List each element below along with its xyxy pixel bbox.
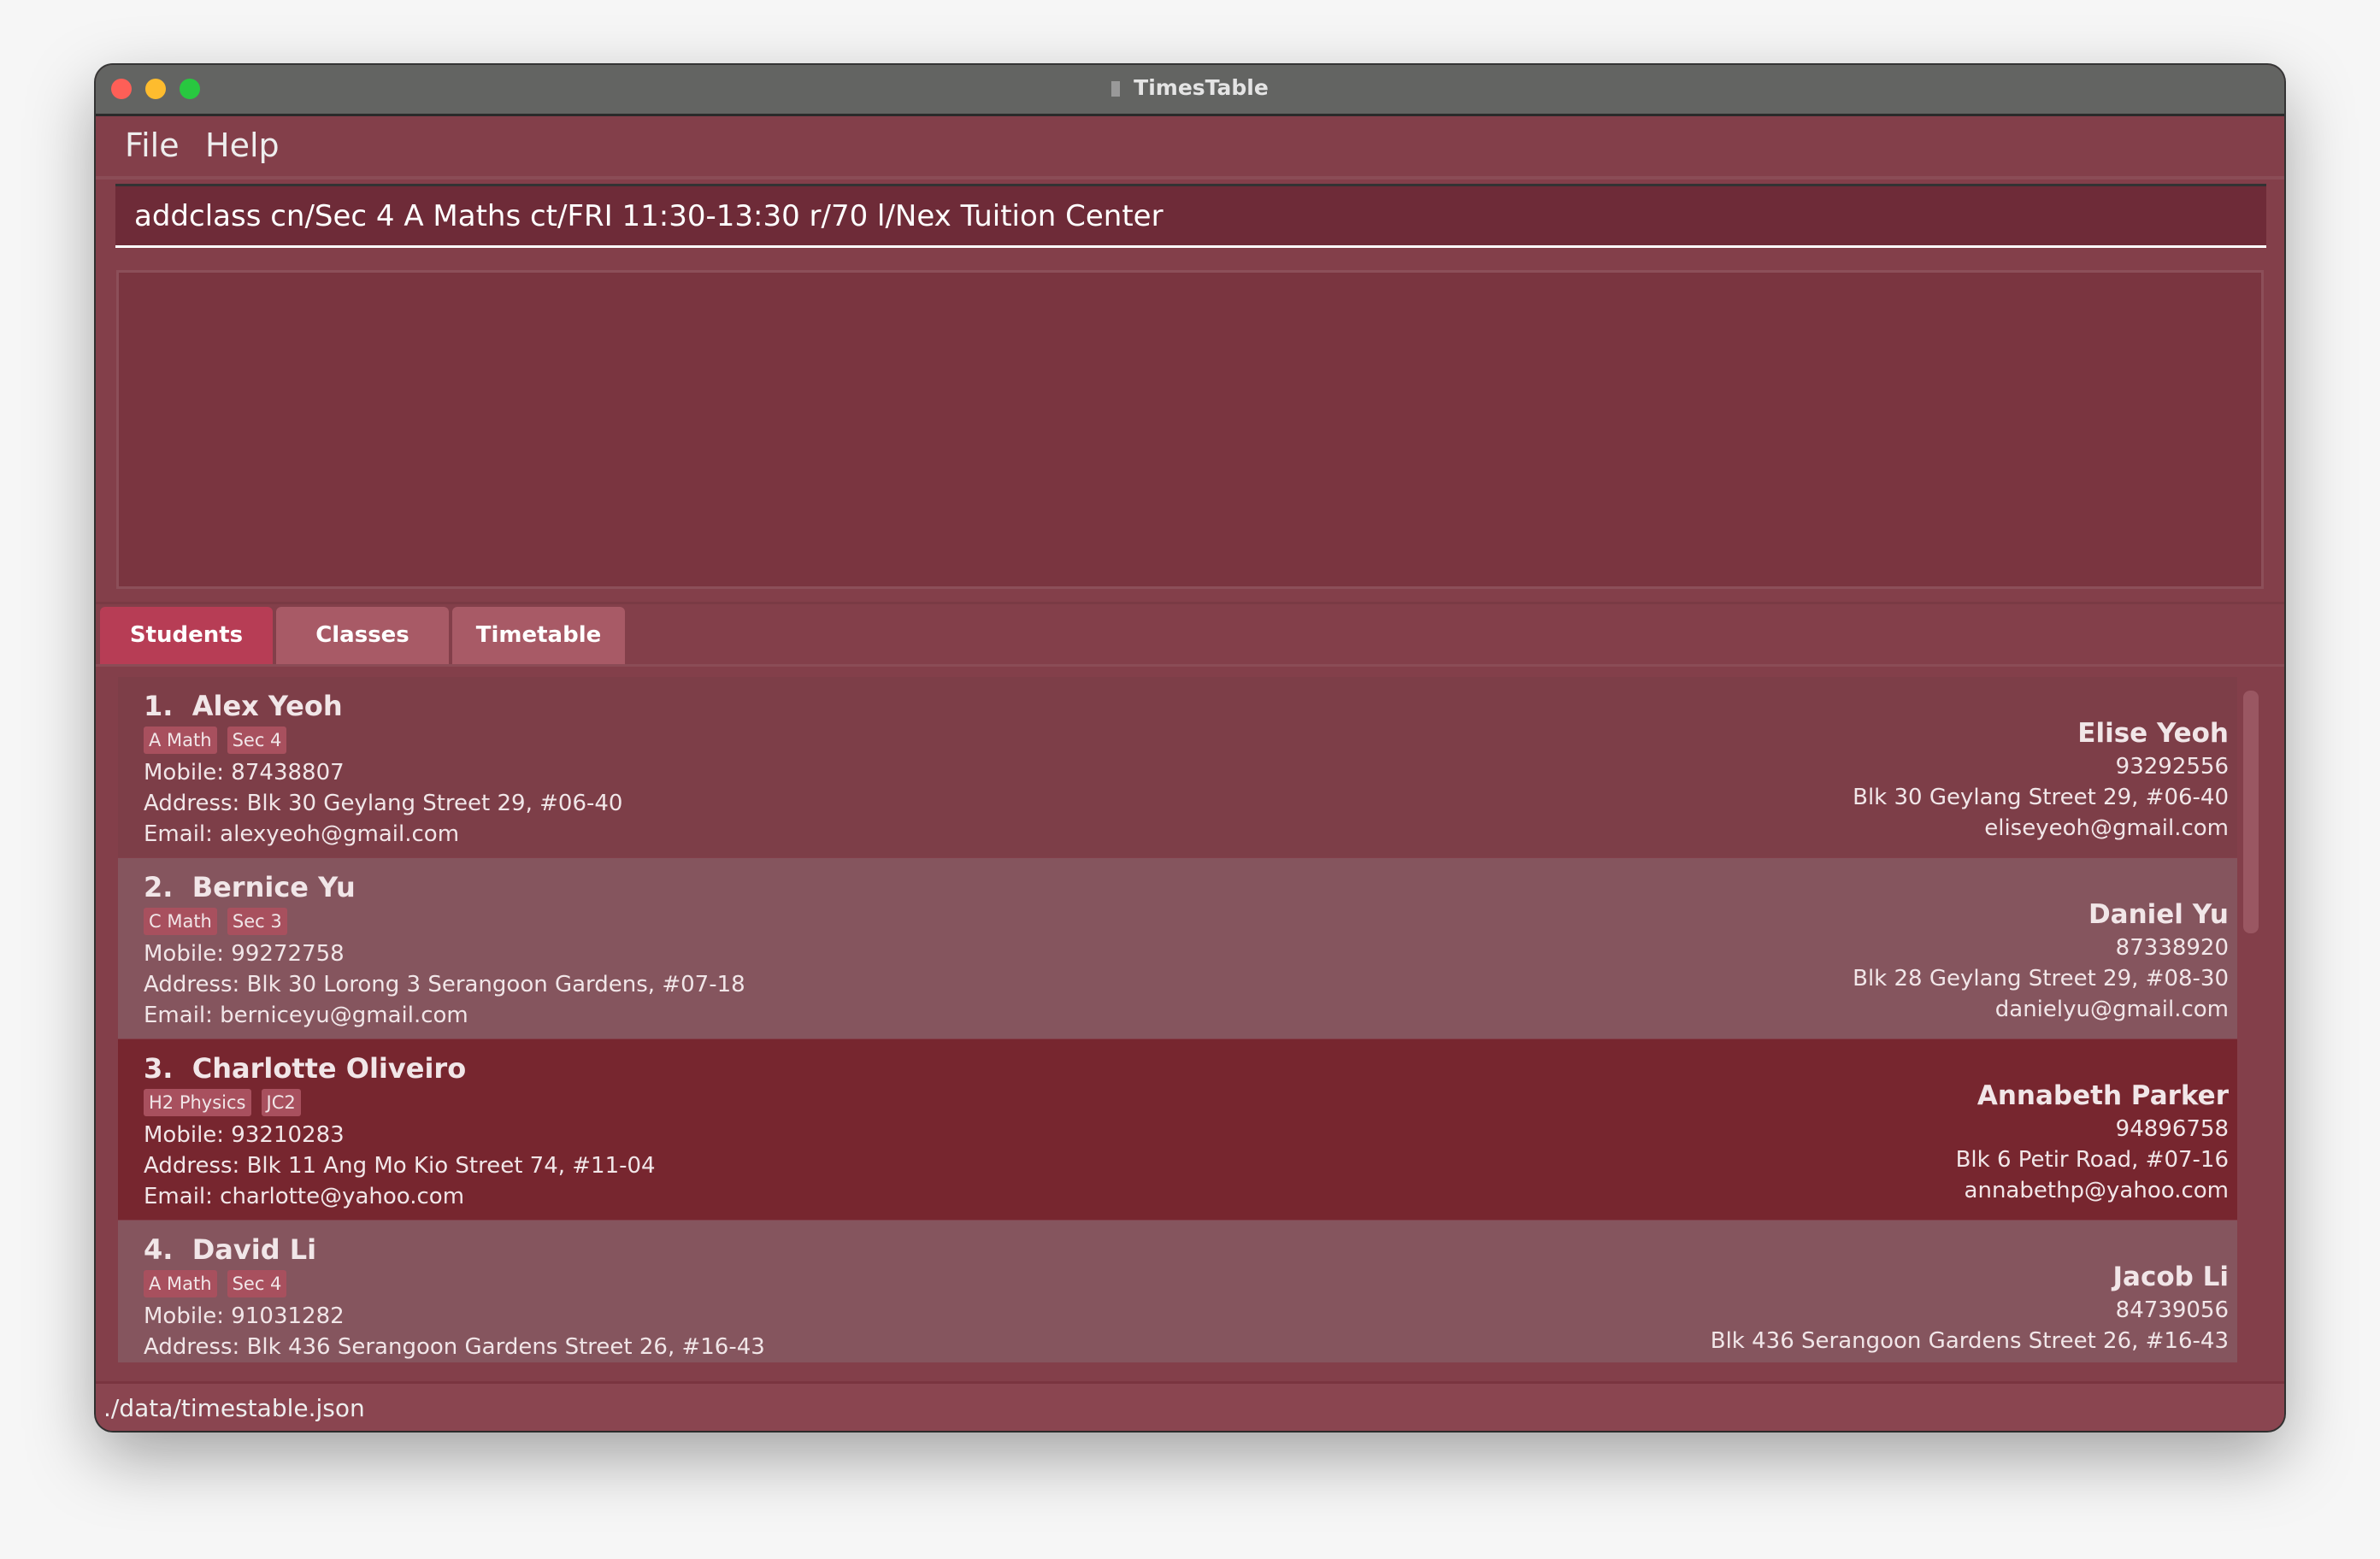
student-mobile: Mobile: 99272758 (144, 941, 345, 967)
student-index: 3. (144, 1052, 174, 1085)
student-list: 1. Alex Yeoh A Math Sec 4 Mobile: 8743880… (118, 677, 2238, 1362)
guardian-name: Elise Yeoh (2077, 718, 2229, 749)
tag-list: C Math Sec 3 (144, 908, 745, 938)
student-name: 3. Charlotte Oliveiro (144, 1050, 656, 1087)
tag: C Math (144, 908, 217, 935)
tab-classes[interactable]: Classes (276, 607, 449, 664)
window-title: TimesTable (96, 75, 2284, 100)
guardian-address: Blk 6 Petir Road, #07-16 (1955, 1147, 2229, 1173)
student-address: Address: Blk 436 Serangoon Gardens Stree… (144, 1334, 765, 1360)
tag: Sec 3 (227, 908, 287, 935)
student-mobile: Mobile: 87438807 (144, 760, 345, 785)
tag: A Math (144, 1270, 217, 1297)
menu-bar: File Help (96, 116, 2284, 179)
tag: H2 Physics (144, 1089, 251, 1116)
student-name-text: Alex Yeoh (191, 690, 343, 722)
menu-help[interactable]: Help (205, 126, 280, 164)
student-address: Address: Blk 11 Ang Mo Kio Street 74, #1… (144, 1153, 656, 1179)
guardian-name: Jacob Li (2112, 1262, 2230, 1292)
guardian-phone: 94896758 (2115, 1116, 2229, 1142)
guardian-info: Daniel Yu 87338920 Blk 28 Geylang Street… (1853, 897, 2229, 1025)
guardian-name: Annabeth Parker (1976, 1080, 2229, 1111)
title-bar: TimesTable (96, 65, 2284, 116)
guardian-name: Daniel Yu (2088, 899, 2229, 930)
student-index: 1. (144, 690, 174, 722)
student-address: Address: Blk 30 Geylang Street 29, #06-4… (144, 791, 623, 816)
data-file-path: ./data/timestable.json (103, 1394, 365, 1422)
student-card[interactable]: 4. David Li A Math Sec 4 Mobile: 91031282… (118, 1221, 2237, 1362)
student-name-text: David Li (191, 1233, 317, 1266)
tag-list: A Math Sec 4 (144, 727, 622, 757)
student-name: 2. Bernice Yu (144, 868, 745, 906)
student-card[interactable]: 1. Alex Yeoh A Math Sec 4 Mobile: 8743880… (118, 677, 2237, 857)
guardian-phone: 84739056 (2115, 1297, 2229, 1323)
student-index: 2. (144, 871, 174, 903)
student-name: 4. David Li (144, 1231, 765, 1268)
tab-students[interactable]: Students (100, 607, 273, 664)
tag-list: H2 Physics JC2 (144, 1089, 656, 1120)
guardian-email: annabethp@yahoo.com (1964, 1178, 2229, 1203)
tag: Sec 4 (227, 727, 287, 754)
student-name: 1. Alex Yeoh (144, 687, 622, 725)
menu-file[interactable]: File (125, 126, 180, 164)
tab-timetable[interactable]: Timetable (452, 607, 625, 664)
guardian-address: Blk 436 Serangoon Gardens Street 26, #16… (1710, 1328, 2229, 1354)
guardian-email: danielyu@gmail.com (1994, 997, 2229, 1022)
window-title-text: TimesTable (1134, 75, 1269, 100)
guardian-info: Elise Yeoh 93292556 Blk 30 Geylang Stree… (1853, 715, 2229, 844)
guardian-info: Annabeth Parker 94896758 Blk 6 Petir Roa… (1956, 1078, 2229, 1206)
student-card[interactable]: 2. Bernice Yu C Math Sec 3 Mobile: 992727… (118, 858, 2237, 1038)
student-card[interactable]: 3. Charlotte Oliveiro H2 Physics JC2 Mobi… (118, 1039, 2237, 1220)
guardian-email: eliseyeoh@gmail.com (1984, 815, 2229, 841)
student-email: Email: alexyeoh@gmail.com (144, 821, 460, 847)
tag: Sec 4 (227, 1270, 287, 1297)
guardian-address: Blk 28 Geylang Street 29, #08-30 (1853, 966, 2229, 991)
result-display (116, 270, 2264, 589)
guardian-address: Blk 30 Geylang Street 29, #06-40 (1853, 785, 2229, 810)
student-address: Address: Blk 30 Lorong 3 Serangoon Garde… (144, 972, 745, 997)
tag: JC2 (261, 1089, 301, 1116)
student-email: Email: charlotte@yahoo.com (144, 1184, 465, 1209)
guardian-phone: 93292556 (2115, 754, 2229, 780)
student-index: 4. (144, 1233, 174, 1266)
student-mobile: Mobile: 91031282 (144, 1303, 345, 1329)
tab-bar: Students Classes Timetable (96, 602, 2284, 667)
student-email: Email: berniceyu@gmail.com (144, 1003, 468, 1028)
status-bar: ./data/timestable.json (96, 1381, 2284, 1431)
command-input[interactable] (115, 186, 2266, 245)
command-box (115, 184, 2266, 248)
app-icon (1111, 81, 1121, 97)
student-mobile: Mobile: 93210283 (144, 1122, 345, 1148)
student-name-text: Charlotte Oliveiro (191, 1052, 467, 1085)
tag: A Math (144, 727, 217, 754)
tag-list: A Math Sec 4 (144, 1270, 765, 1301)
guardian-info: Jacob Li 84739056 Blk 436 Serangoon Gard… (1711, 1259, 2229, 1356)
scrollbar[interactable] (2243, 691, 2259, 933)
app-window: TimesTable File Help Students Classes Ti… (96, 65, 2284, 1431)
guardian-phone: 87338920 (2115, 935, 2229, 961)
student-name-text: Bernice Yu (191, 871, 356, 903)
